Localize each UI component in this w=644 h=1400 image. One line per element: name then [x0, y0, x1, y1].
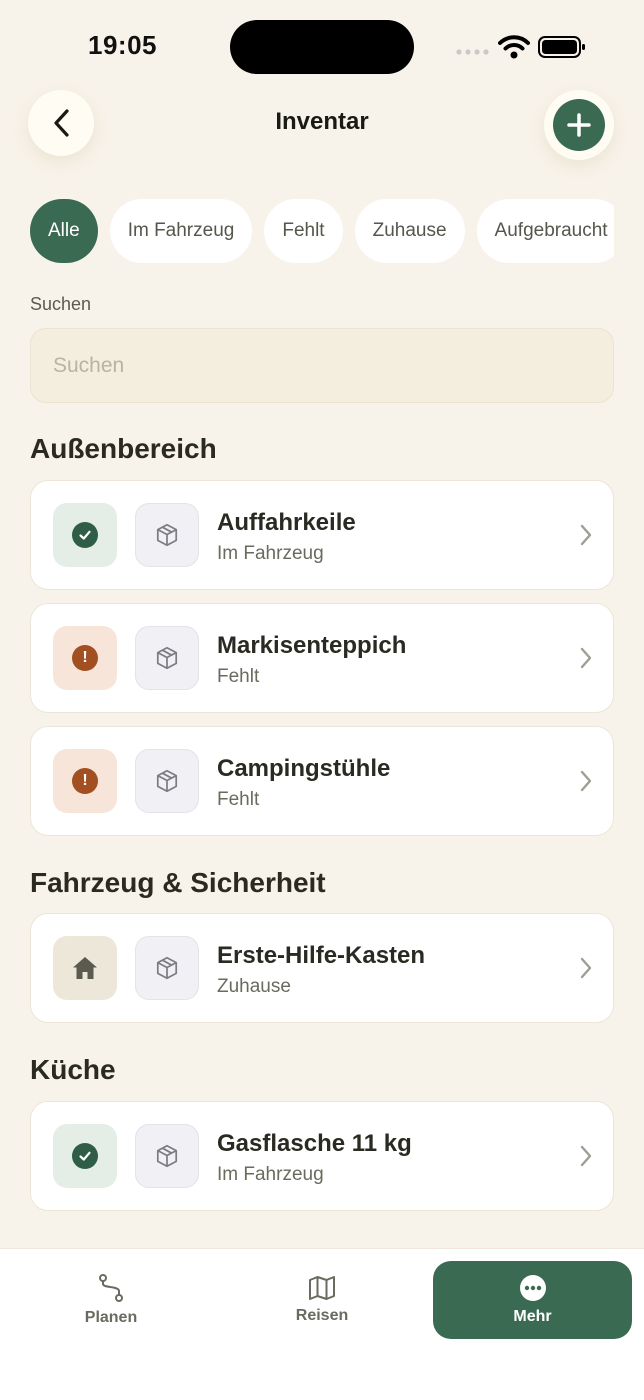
map-icon [309, 1276, 335, 1300]
search-label: Suchen [30, 294, 92, 314]
item-name: Markisenteppich [217, 632, 407, 659]
wifi-icon [498, 35, 530, 59]
add-button-circle[interactable] [553, 99, 605, 151]
item-name: Erste-Hilfe-Kasten [217, 942, 426, 969]
tab-label: Reisen [295, 1307, 349, 1324]
status-indicator [53, 503, 117, 567]
tab-bar: Planen Reisen Mehr [0, 1248, 644, 1400]
tab-label: Mehr [513, 1308, 552, 1325]
category-icon-box [135, 1124, 199, 1188]
category-icon-box [135, 503, 199, 567]
chevron-right-icon [580, 957, 592, 979]
box-icon [156, 769, 178, 793]
plus-icon [567, 113, 591, 137]
list-item[interactable]: Gasflasche 11 kg Im Fahrzeug [30, 1101, 614, 1211]
item-status: Fehlt [217, 789, 260, 810]
house-icon [73, 957, 97, 979]
box-icon [156, 646, 178, 670]
category-icon-box [135, 626, 199, 690]
section-title-fahrzeug-sicherheit: Fahrzeug & Sicherheit [30, 867, 326, 898]
status-indicator [53, 1124, 117, 1188]
more-icon [519, 1275, 546, 1301]
item-name: Gasflasche 11 kg [217, 1130, 412, 1157]
item-name: Campingstühle [217, 755, 391, 782]
status-indicator [53, 936, 117, 1000]
filter-chip-zuhause[interactable]: Zuhause [354, 199, 465, 263]
chevron-right-icon [580, 1145, 592, 1167]
add-item-button[interactable] [544, 90, 614, 160]
check-icon [72, 1143, 98, 1169]
tab-mehr[interactable]: Mehr [433, 1261, 632, 1339]
list-item[interactable]: Auffahrkeile Im Fahrzeug [30, 480, 614, 590]
tab-label: Planen [84, 1309, 138, 1326]
tab-planen[interactable]: Planen [12, 1261, 210, 1339]
chevron-right-icon [580, 770, 592, 792]
chevron-right-icon [580, 524, 592, 546]
section-title-aussenbereich: Außenbereich [30, 433, 217, 464]
chevron-right-icon [580, 647, 592, 669]
category-icon-box [135, 936, 199, 1000]
route-icon [99, 1274, 123, 1302]
category-icon-box [135, 749, 199, 813]
tab-reisen[interactable]: Reisen [222, 1261, 422, 1339]
section-title-kueche: Küche [30, 1054, 116, 1085]
filter-chip-aufgebraucht[interactable]: Aufgebraucht [476, 199, 614, 263]
filter-chip-alle[interactable]: Alle [30, 199, 98, 263]
status-bar: 19:05 [0, 0, 644, 90]
box-icon [156, 523, 178, 547]
filter-chip-im-fahrzeug[interactable]: Im Fahrzeug [109, 199, 253, 263]
item-name: Auffahrkeile [217, 509, 356, 536]
status-indicator: ! [53, 749, 117, 813]
list-item[interactable]: ! Campingstühle Fehlt [30, 726, 614, 836]
box-icon [156, 956, 178, 980]
dynamic-island [230, 20, 414, 74]
search-input[interactable] [30, 328, 614, 403]
filter-chip-fehlt[interactable]: Fehlt [264, 199, 343, 263]
filter-chips: Alle Im Fahrzeug Fehlt Zuhause Aufgebrau… [30, 199, 614, 265]
list-item[interactable]: Erste-Hilfe-Kasten Zuhause [30, 913, 614, 1023]
box-icon [156, 1144, 178, 1168]
item-status: Fehlt [217, 666, 260, 687]
alert-icon: ! [72, 768, 98, 794]
status-time: 19:05 [88, 30, 157, 60]
status-indicator: ! [53, 626, 117, 690]
list-item[interactable]: ! Markisenteppich Fehlt [30, 603, 614, 713]
signal-icon [456, 49, 489, 55]
battery-icon [538, 36, 585, 58]
item-status: Zuhause [217, 976, 291, 997]
item-status: Im Fahrzeug [217, 543, 324, 564]
item-status: Im Fahrzeug [217, 1164, 324, 1185]
check-icon [72, 522, 98, 548]
alert-icon: ! [72, 645, 98, 671]
